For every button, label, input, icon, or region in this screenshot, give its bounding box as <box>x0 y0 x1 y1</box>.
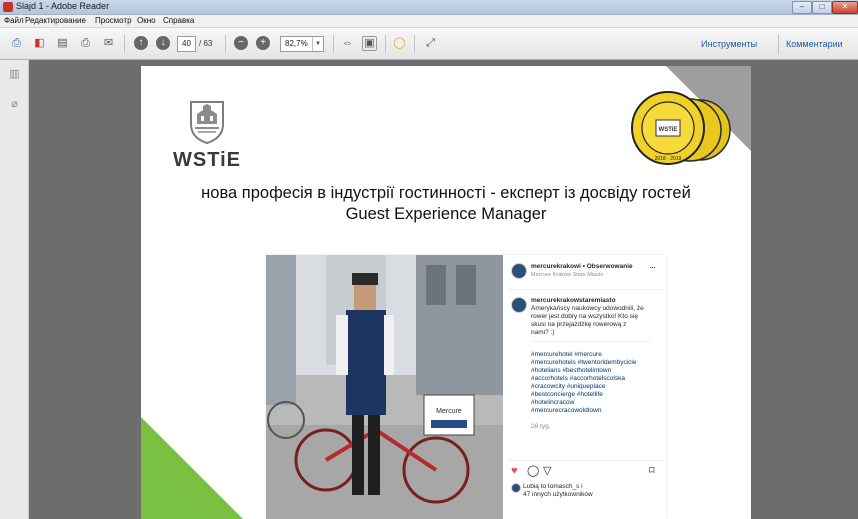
comment-icon[interactable]: ◯ <box>392 36 407 51</box>
menu-help[interactable]: Справка <box>163 16 194 25</box>
bike-sign-text: Mercure <box>436 408 462 415</box>
comments-link[interactable]: Комментарии <box>786 39 843 49</box>
maximize-button[interactable]: □ <box>812 1 832 14</box>
pages-panel-icon[interactable]: ▥ <box>9 68 20 81</box>
comment-line: Amerykańscy naukowcy udowodnili, że <box>531 305 644 312</box>
toolbar-separator <box>385 35 386 53</box>
zoom-in-icon[interactable]: + <box>256 36 270 50</box>
wstie-logo-emblem-icon <box>190 101 224 144</box>
page-number-input[interactable]: 40 <box>177 36 196 52</box>
comment-line: nami? :) <box>531 329 555 336</box>
divider <box>509 460 664 461</box>
hashtag-line[interactable]: #hotelincracow <box>531 399 574 407</box>
post-photo: Mercure <box>266 255 503 519</box>
hashtag-line[interactable]: #cracowcity #uniqueplace <box>531 383 605 391</box>
menu-view[interactable]: Просмотр <box>95 16 132 25</box>
badge-years-text: 2018 · 2019 <box>655 156 682 162</box>
title-bar: Slajd 1 - Adobe Reader – □ ✕ <box>0 0 858 15</box>
toolbar-separator <box>414 35 415 53</box>
hashtag-line[interactable]: #mercurehotels #twentorldembycicle <box>531 359 637 367</box>
open-file-icon[interactable]: ◧ <box>32 36 47 51</box>
previous-page-icon[interactable]: ↑ <box>134 36 148 50</box>
fit-page-icon[interactable]: ▣ <box>362 36 377 51</box>
toolbar-separator <box>778 34 779 54</box>
post-age: 26 tyg. <box>531 423 551 430</box>
save-icon[interactable]: ▤ <box>55 36 70 51</box>
post-location[interactable]: Mercure Kraków Stare Miasto <box>531 271 603 279</box>
document-page: WSTiE WSTiE 2018 · 2019 нова професія в … <box>141 66 751 519</box>
menu-bar: Файл Редактирование Просмотр Окно Справк… <box>0 15 858 28</box>
likes-text: Lubią to tomasch_s i <box>523 483 583 490</box>
more-options-icon[interactable]: ... <box>650 263 655 271</box>
chevron-down-icon[interactable]: ▼ <box>312 37 323 51</box>
divider <box>531 341 651 342</box>
menu-window[interactable]: Окно <box>137 16 156 25</box>
share-icon[interactable]: ▽ <box>543 465 551 477</box>
likes-text: 47 innych użytkowników <box>523 491 593 498</box>
badge-center-text: WSTiE <box>659 127 678 133</box>
toolbar: ⎙ ◧ ▤ ⎙ ✉ ↑ ↓ 40 / 63 − + 82,7% ▼ ⇔ ▣ ◯ … <box>0 28 858 60</box>
award-badge-icon: WSTiE 2018 · 2019 <box>631 91 731 165</box>
hashtag-line[interactable]: #hotelians #besthotelintown <box>531 367 611 375</box>
attachments-icon[interactable]: ⌀ <box>9 98 20 111</box>
divider <box>509 289 664 290</box>
hashtag-line[interactable]: #bestconcierge #hotellife <box>531 391 603 399</box>
hashtag-line[interactable]: #accorhotels #accorhotelscolska <box>531 375 625 383</box>
zoom-out-icon[interactable]: − <box>234 36 248 50</box>
slide-headline: нова професія в індустрії гостинності - … <box>201 184 691 202</box>
avatar[interactable] <box>511 263 527 279</box>
close-button[interactable]: ✕ <box>832 1 858 14</box>
toolbar-separator <box>225 35 226 53</box>
zoom-level-select[interactable]: 82,7% ▼ <box>280 36 324 52</box>
next-page-icon[interactable]: ↓ <box>156 36 170 50</box>
zoom-level-value: 82,7% <box>285 39 308 48</box>
expand-icon[interactable]: ⤢ <box>423 36 438 51</box>
tools-link[interactable]: Инструменты <box>701 39 757 49</box>
window-title: Slajd 1 - Adobe Reader <box>16 1 110 11</box>
menu-file[interactable]: Файл <box>4 16 24 25</box>
hashtag-line[interactable]: #mercurecracowoldtown <box>531 407 601 415</box>
instagram-post: Mercure mercurekrakowi • Obserwowanie Me… <box>266 255 666 519</box>
logo-text: WSTiE <box>173 149 241 171</box>
like-heart-icon[interactable]: ♥ <box>511 465 518 477</box>
corner-decoration <box>141 417 243 519</box>
bookmark-icon[interactable]: ⌑ <box>649 465 655 477</box>
menu-edit[interactable]: Редактирование <box>25 16 86 25</box>
comment-line: skusi na przejażdżkę rowerową z <box>531 321 627 328</box>
comment-author[interactable]: mercurekrakowstaremiasto <box>531 297 616 305</box>
comment-bubble-icon[interactable]: ◯ <box>527 465 539 477</box>
minimize-button[interactable]: – <box>792 1 812 14</box>
avatar[interactable] <box>511 297 527 313</box>
comment-line: rower jest dobry na wszystko! Kto się <box>531 313 638 320</box>
page-total: / 63 <box>199 39 213 48</box>
create-pdf-icon[interactable]: ⎙ <box>9 36 24 51</box>
fit-width-icon[interactable]: ⇔ <box>340 36 355 51</box>
adobe-reader-icon <box>3 2 13 12</box>
email-icon[interactable]: ✉ <box>101 36 116 51</box>
post-account[interactable]: mercurekrakowi • Obserwowanie <box>531 263 633 271</box>
navigation-sidebar: ▥ ⌀ <box>0 60 29 519</box>
toolbar-separator <box>333 35 334 53</box>
avatar[interactable] <box>511 483 521 493</box>
post-details-panel: mercurekrakowi • Obserwowanie Mercure Kr… <box>509 255 664 519</box>
toolbar-separator <box>124 35 125 53</box>
hashtag-line[interactable]: #mercurehotel #mercure <box>531 351 602 359</box>
slide-subheadline: Guest Experience Manager <box>345 205 547 223</box>
print-icon[interactable]: ⎙ <box>78 36 93 51</box>
